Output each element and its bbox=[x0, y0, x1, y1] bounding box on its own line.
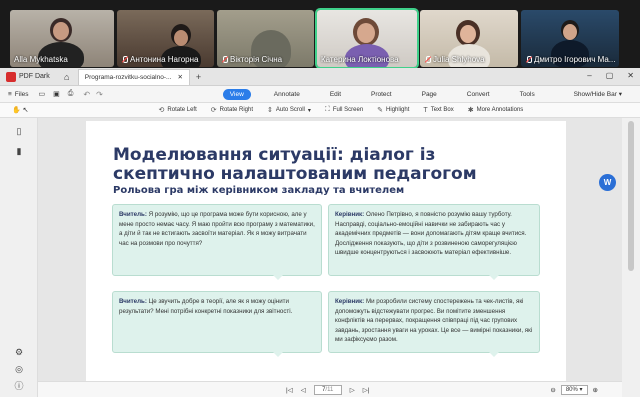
slide-subtitle: Рольова гра між керівником закладу та вч… bbox=[113, 185, 405, 196]
more-annotations-button[interactable]: ✱ More Annotations bbox=[468, 106, 524, 114]
participant-name: Alla Mykhatska bbox=[14, 55, 68, 64]
view-tools-bar: ✋ ↖ ⟲ Rotate Left ⟳ Rotate Right ⇕ Auto Scr… bbox=[0, 103, 640, 118]
full-screen-icon: ⛶ bbox=[324, 106, 330, 113]
page-number-input[interactable]: 7/11 bbox=[313, 385, 342, 395]
tab-page[interactable]: Page bbox=[415, 89, 444, 100]
video-participants-strip: Alla Mykhatska Антонина Нагорна Вікторія… bbox=[0, 0, 640, 69]
document-tab-label: Programa-rozvitku-socialno-... bbox=[84, 73, 172, 81]
participant-tile-active-speaker[interactable]: Катерина Локтіонова bbox=[315, 8, 419, 69]
tab-convert[interactable]: Convert bbox=[460, 89, 497, 100]
full-screen-button[interactable]: ⛶ Full Screen bbox=[325, 106, 363, 114]
pdf-app-window: PDF Dark ⌂ Programa-rozvitku-socialno-..… bbox=[0, 68, 640, 397]
dialog-bubble-teacher: Вчитель: Я розумію, що це програма може … bbox=[112, 204, 322, 280]
save-icon[interactable]: ▣ bbox=[53, 90, 60, 98]
mic-muted-icon bbox=[424, 56, 431, 63]
tab-protect[interactable]: Protect bbox=[364, 89, 399, 100]
show-hide-bar-button[interactable]: Show/Hide Bar ▾ bbox=[574, 90, 622, 98]
next-page-icon[interactable]: ▷ bbox=[350, 386, 355, 394]
main-toolbar: ≡ Files ▭ ▣ ⎙ ↶ ↷ View Annotate Edit Prot… bbox=[0, 86, 640, 103]
document-viewport[interactable]: Моделювання ситуації: діалог із скептичн… bbox=[38, 118, 622, 397]
participant-tile[interactable]: Вікторія Січна bbox=[217, 10, 314, 67]
status-bar: |◁ ◁ 7/11 ▷ ▷| ⊖ 80% ▾ ⊕ bbox=[38, 381, 622, 397]
rotate-left-icon: ⟲ bbox=[158, 107, 165, 114]
tab-annotate[interactable]: Annotate bbox=[267, 89, 307, 100]
dialog-bubble-principal: Керівник: Ми розробили систему спостереж… bbox=[328, 291, 540, 357]
zoom-out-icon[interactable]: ⊖ bbox=[550, 386, 555, 394]
tab-view[interactable]: View bbox=[222, 88, 251, 100]
mic-muted-icon bbox=[525, 56, 532, 63]
comments-icon[interactable]: ◎ bbox=[14, 364, 24, 374]
mic-muted-icon bbox=[121, 56, 128, 63]
participant-name: Катерина Локтіонова bbox=[321, 55, 399, 64]
home-icon[interactable]: ⌂ bbox=[62, 72, 72, 82]
document-tab[interactable]: Programa-rozvitku-socialno-... ✕ bbox=[77, 68, 190, 85]
participant-tile[interactable]: Julia Shlyhova bbox=[420, 10, 518, 67]
close-window-button[interactable]: ✕ bbox=[627, 71, 634, 80]
page-navigator: |◁ ◁ 7/11 ▷ ▷| bbox=[286, 385, 369, 395]
mic-muted-icon bbox=[221, 56, 228, 63]
scrollbar-thumb[interactable] bbox=[628, 121, 634, 271]
dialog-bubble-principal: Керівник: Олено Петрівно, я повністю роз… bbox=[328, 204, 540, 280]
prev-page-icon[interactable]: ◁ bbox=[301, 386, 306, 394]
bubble-tail bbox=[273, 352, 283, 357]
zoom-select[interactable]: 80% ▾ bbox=[560, 385, 588, 395]
highlight-icon: ✎ bbox=[377, 107, 384, 114]
participant-name: Дмитро Ігорович Ма... bbox=[525, 55, 615, 64]
maximize-button[interactable]: ▢ bbox=[606, 71, 614, 80]
tab-tools[interactable]: Tools bbox=[513, 89, 542, 100]
settings-icon[interactable]: ⚙ bbox=[14, 347, 24, 357]
assistant-avatar[interactable]: W bbox=[599, 174, 616, 191]
minimize-button[interactable]: – bbox=[587, 71, 591, 80]
pdf-page: Моделювання ситуації: діалог із скептичн… bbox=[86, 121, 566, 397]
new-tab-icon[interactable]: + bbox=[196, 72, 201, 82]
app-logo-icon bbox=[6, 71, 16, 82]
open-folder-icon[interactable]: ▭ bbox=[39, 90, 46, 98]
text-box-icon: T bbox=[423, 106, 428, 114]
participant-name: Антонина Нагорна bbox=[121, 55, 199, 64]
pages-panel-icon[interactable]: ▯ bbox=[14, 126, 24, 136]
rotate-left-button[interactable]: ⟲ Rotate Left bbox=[159, 106, 197, 114]
print-icon[interactable]: ⎙ bbox=[68, 90, 74, 98]
text-box-button[interactable]: T Text Box bbox=[423, 107, 453, 114]
highlight-button[interactable]: ✎ Highlight bbox=[377, 106, 409, 114]
app-name: PDF Dark bbox=[19, 73, 50, 80]
more-annotations-icon: ✱ bbox=[467, 107, 474, 114]
title-bar: PDF Dark ⌂ Programa-rozvitku-socialno-..… bbox=[0, 68, 640, 86]
participant-name: Julia Shlyhova bbox=[424, 55, 485, 64]
left-sidebar: ▯ ▮ ⚙ ◎ ⓘ bbox=[0, 118, 38, 397]
zoom-control: ⊖ 80% ▾ ⊕ bbox=[550, 385, 598, 395]
last-page-icon[interactable]: ▷| bbox=[363, 386, 370, 394]
participant-tile[interactable]: Alla Mykhatska bbox=[10, 10, 114, 67]
first-page-icon[interactable]: |◁ bbox=[286, 386, 293, 394]
close-tab-icon[interactable]: ✕ bbox=[177, 73, 182, 81]
rotate-right-button[interactable]: ⟳ Rotate Right bbox=[211, 106, 253, 114]
vertical-scrollbar[interactable] bbox=[622, 118, 640, 397]
cursor-tools[interactable]: ✋ ↖ bbox=[12, 106, 29, 114]
redo-icon[interactable]: ↷ bbox=[96, 90, 103, 99]
rotate-right-icon: ⟳ bbox=[210, 107, 217, 114]
auto-scroll-button[interactable]: ⇕ Auto Scroll ▾ bbox=[267, 106, 311, 114]
bubble-tail bbox=[489, 352, 499, 357]
participant-tile[interactable]: Антонина Нагорна bbox=[117, 10, 214, 67]
auto-scroll-icon: ⇕ bbox=[267, 107, 273, 114]
files-menu[interactable]: ≡ Files bbox=[8, 91, 29, 98]
menu-icon: ≡ bbox=[8, 90, 12, 98]
dialog-bubble-teacher: Вчитель: Це звучить добре в теорії, але … bbox=[112, 291, 322, 357]
slide-title: Моделювання ситуації: діалог із скептичн… bbox=[113, 145, 477, 184]
participant-tile[interactable]: Дмитро Ігорович Ма... bbox=[521, 10, 619, 67]
participant-name: Вікторія Січна bbox=[221, 55, 282, 64]
bubble-tail bbox=[489, 275, 499, 280]
bubble-tail bbox=[273, 275, 283, 280]
zoom-in-icon[interactable]: ⊕ bbox=[593, 386, 598, 394]
info-icon[interactable]: ⓘ bbox=[14, 381, 24, 391]
bookmark-icon[interactable]: ▮ bbox=[14, 146, 24, 156]
tab-edit[interactable]: Edit bbox=[323, 89, 348, 100]
undo-icon[interactable]: ↶ bbox=[83, 90, 90, 99]
